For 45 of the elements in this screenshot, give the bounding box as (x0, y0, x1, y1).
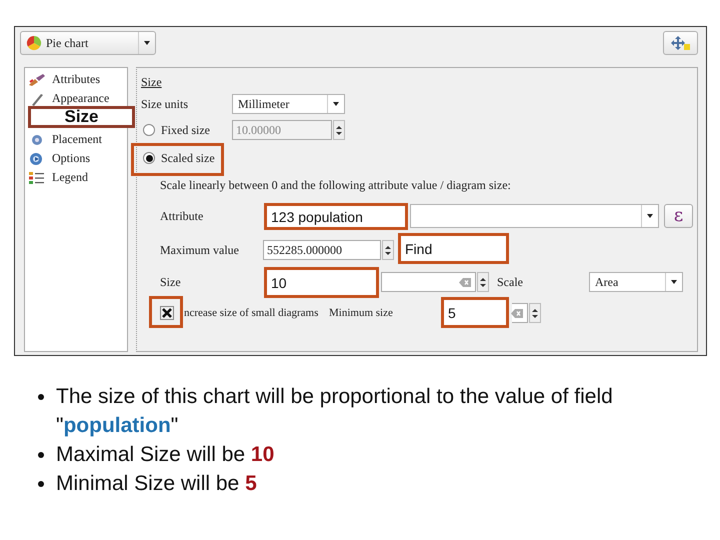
scale-note: Scale linearly between 0 and the following attribute value / diagram size: (159, 176, 512, 194)
checkbox-label: ncrease size of small diagrams (184, 307, 320, 319)
field-label: Attribute (160, 208, 204, 224)
callout-label: Size (28, 106, 135, 128)
bullet-icon (38, 481, 44, 487)
bullet-icon (38, 394, 44, 400)
spin-buttons[interactable] (529, 303, 541, 323)
sidebar-item[interactable]: Attributes (25, 70, 127, 89)
callout-label: 123 population (264, 203, 408, 230)
bullet-icon (38, 452, 44, 458)
brush-icon (28, 72, 46, 86)
move-button[interactable] (663, 31, 698, 55)
radio-label: Fixed size (161, 122, 211, 138)
bullet-text: Minimal Size will be 5 (56, 471, 258, 497)
diagram-type-dropdown[interactable]: Pie chart (20, 31, 156, 55)
scale-dropdown[interactable]: Area (589, 272, 683, 292)
sidebar-item[interactable]: Appearance (25, 89, 127, 108)
highlight-frame (149, 296, 183, 328)
field-label: Maximum value (160, 242, 240, 258)
units-dropdown[interactable]: Millimeter (232, 94, 345, 114)
bullet-text: Maximal Size will be 10 (56, 442, 276, 468)
sidebar-item[interactable]: Legend (25, 168, 127, 187)
spin-buttons[interactable] (477, 272, 489, 292)
move-icon (670, 35, 692, 51)
checkbox[interactable] (160, 306, 174, 320)
maximum-value-field[interactable]: 552285.000000 (263, 240, 381, 260)
field-label: Size (160, 274, 182, 290)
size-field[interactable] (381, 272, 476, 292)
field-label: Scale (497, 274, 524, 290)
legend-icon (28, 170, 46, 184)
sidebar-item[interactable]: Placement (25, 130, 127, 149)
field-label: Size units (141, 96, 189, 112)
spin-buttons[interactable] (333, 120, 345, 140)
group-title: Size (141, 74, 162, 90)
radio-label: Scaled size (161, 150, 216, 166)
spin-buttons[interactable] (382, 240, 394, 260)
pie-chart-icon (26, 35, 42, 51)
callout-label: 5 (441, 297, 509, 328)
field-label: Minimum size (329, 307, 394, 319)
callout-label: 10 (264, 267, 379, 298)
bullet-text: The size of this chart will be proportional to the value of field "population" (56, 384, 614, 439)
radio-button[interactable] (143, 152, 155, 164)
callout-label: Find (398, 233, 509, 264)
expression-button[interactable]: ε (664, 204, 693, 228)
sidebar-item[interactable]: Options (25, 149, 127, 168)
